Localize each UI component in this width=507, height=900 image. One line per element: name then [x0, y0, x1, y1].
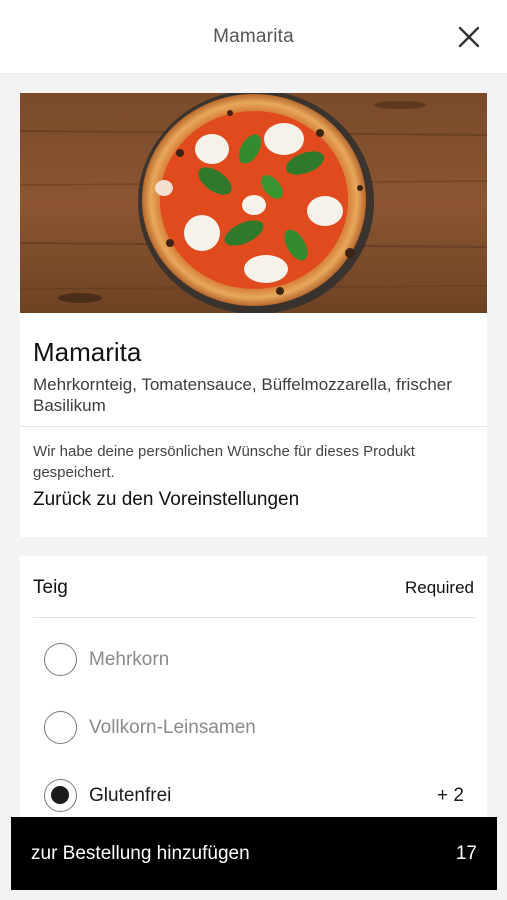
product-description: Mehrkornteig, Tomatensauce, Büffelmozzar… [33, 375, 452, 415]
option-label: Vollkorn-Leinsamen [89, 717, 256, 738]
required-badge: Required [405, 578, 474, 597]
radio-button-selected[interactable] [44, 779, 77, 812]
header-bar: Mamarita [0, 0, 507, 74]
option-label: Glutenfrei [89, 785, 172, 806]
reset-to-defaults-link[interactable]: Zurück zu den Voreinstellungen [33, 489, 299, 511]
product-name: Mamarita [33, 337, 142, 367]
option-mehrkorn[interactable]: Mehrkorn [44, 643, 464, 677]
dough-options-card: Teig Required Mehrkorn Vollkorn-Leinsame… [20, 556, 487, 846]
product-card: Mamarita Mehrkornteig, Tomatensauce, Büf… [20, 93, 487, 537]
section-title: Teig [33, 577, 68, 598]
pizza-image [20, 93, 487, 313]
add-to-order-button[interactable]: zur Bestellung hinzufügen 17 [11, 817, 497, 890]
option-label: Mehrkorn [89, 649, 170, 670]
option-vollkorn-leinsamen[interactable]: Vollkorn-Leinsamen [44, 711, 464, 745]
divider [33, 617, 475, 618]
radio-selected-dot [51, 786, 69, 804]
option-price: + 2 [437, 785, 464, 806]
close-icon[interactable] [457, 25, 481, 49]
saved-preferences-note: Wir habe deine persönlichen Wünsche für … [33, 443, 415, 481]
add-to-order-label: zur Bestellung hinzufügen [31, 843, 250, 864]
page-title: Mamarita [213, 26, 294, 47]
radio-button[interactable] [44, 643, 77, 676]
radio-button[interactable] [44, 711, 77, 744]
option-glutenfrei[interactable]: Glutenfrei + 2 [44, 779, 464, 813]
order-total: 17 [455, 843, 477, 864]
divider [20, 426, 487, 427]
